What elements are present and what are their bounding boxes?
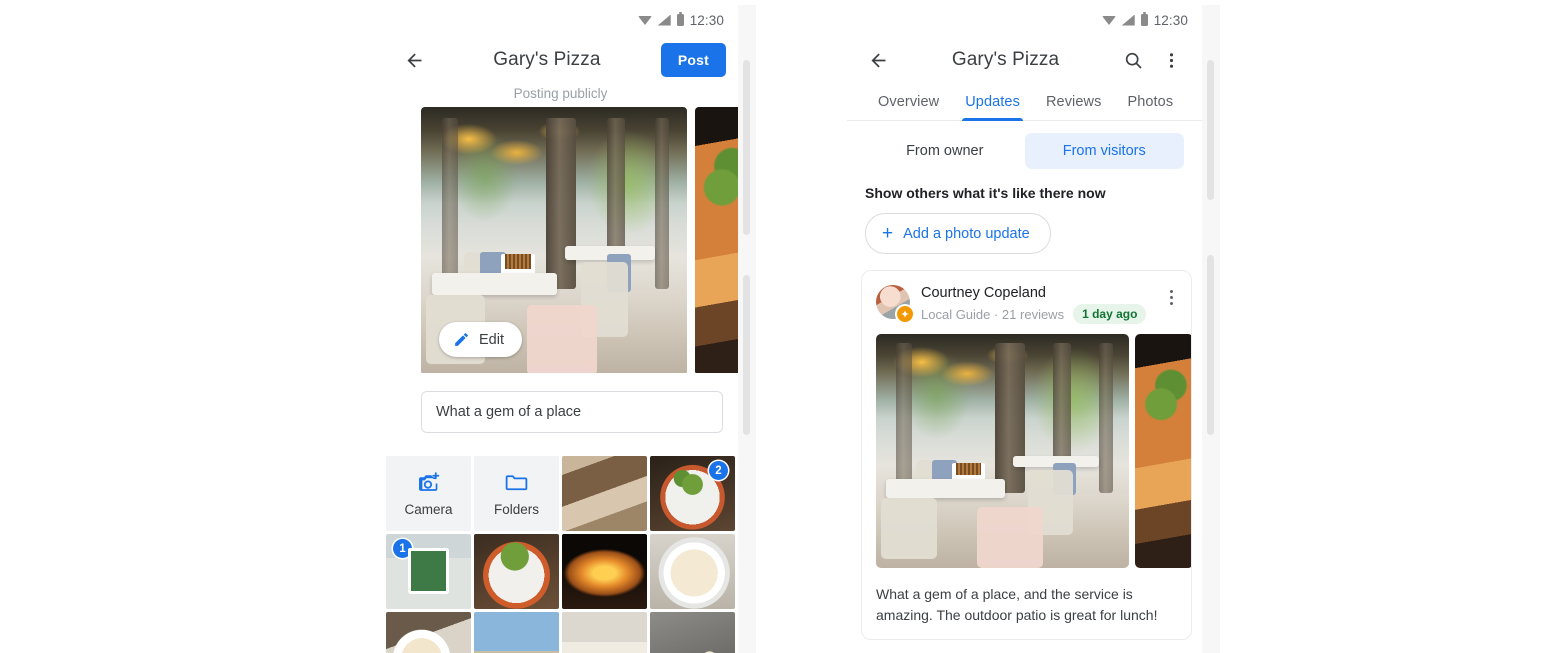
contribute-prompt: Show others what it's like there now <box>865 185 1106 201</box>
status-time: 12:30 <box>689 12 724 28</box>
update-card-overflow-button[interactable] <box>1162 285 1182 308</box>
author-meta: Local Guide · 21 reviews <box>921 306 1065 322</box>
right-scrollbar-track[interactable] <box>1202 5 1220 653</box>
back-button[interactable] <box>395 41 433 79</box>
right-app-bar: Gary's Pizza <box>847 35 1202 85</box>
status-bar-right: 12:30 <box>847 5 1202 35</box>
thumbnail-plate-of-pasta[interactable] <box>386 612 471 653</box>
segment-from-visitors[interactable]: From visitors <box>1024 133 1184 169</box>
folders-tile[interactable]: Folders <box>474 456 559 531</box>
overflow-menu-button[interactable] <box>1152 41 1190 79</box>
more-vertical-icon <box>1169 289 1173 293</box>
local-guide-badge-icon: ✦ <box>897 306 913 322</box>
tab-reviews[interactable]: Reviews <box>1033 94 1115 120</box>
thumbnail-ground-texture[interactable] <box>650 612 735 653</box>
more-vertical-icon <box>1169 52 1173 68</box>
thumbnail-pasta-with-lemon[interactable] <box>650 534 735 609</box>
thumbnail-curbside-pickup-sign[interactable]: 1 <box>386 534 471 609</box>
hero-photo-patio[interactable]: Edit <box>421 107 687 373</box>
pizza-photo <box>695 107 738 373</box>
update-photo-carousel[interactable] <box>862 334 1191 570</box>
post-button[interactable]: Post <box>660 43 726 77</box>
camera-tile[interactable]: Camera <box>386 456 471 531</box>
photo-picker-grid: Camera Folders 2 1 <box>383 456 738 653</box>
edit-button-label: Edit <box>479 331 504 348</box>
hero-photo-carousel[interactable]: Edit <box>383 101 738 373</box>
left-phone-frame: 12:30 Gary's Pizza Post Posting publicly <box>383 5 738 653</box>
left-title-wrap: Gary's Pizza <box>433 49 661 71</box>
selection-badge: 2 <box>709 461 728 480</box>
selection-badge: 1 <box>393 539 412 558</box>
thumbnail-pizza-with-basil[interactable] <box>474 534 559 609</box>
time-badge: 1 day ago <box>1073 304 1147 324</box>
camera-add-icon <box>419 472 440 491</box>
camera-tile-label: Camera <box>404 502 453 517</box>
thumbnail-pizza-with-arugula[interactable]: 2 <box>650 456 735 531</box>
author-meta-row: Local Guide · 21 reviews 1 day ago <box>921 304 1147 324</box>
visitor-update-card: ✦ Courtney Copeland Local Guide · 21 rev… <box>861 270 1192 641</box>
right-scrollbar-thumb-2[interactable] <box>1207 255 1214 435</box>
page-title: Gary's Pizza <box>951 49 1060 71</box>
thumbnail-storefront[interactable] <box>562 612 647 653</box>
pizza-photo <box>1135 334 1191 568</box>
author-name: Courtney Copeland <box>921 285 1046 301</box>
status-time: 12:30 <box>1153 12 1188 28</box>
screenshot-stage: 12:30 Gary's Pizza Post Posting publicly <box>0 0 1568 653</box>
caption-input[interactable] <box>421 391 723 433</box>
pencil-icon <box>455 333 468 346</box>
search-button[interactable] <box>1114 41 1152 79</box>
edit-photo-button[interactable]: Edit <box>439 322 522 357</box>
page-title: Gary's Pizza <box>493 49 601 71</box>
status-bar-left: 12:30 <box>383 5 738 35</box>
tab-updates[interactable]: Updates <box>952 94 1033 121</box>
folder-icon <box>505 475 528 491</box>
left-scrollbar-thumb[interactable] <box>743 60 750 235</box>
signal-icon <box>657 14 671 26</box>
hero-photo-pizza[interactable] <box>695 107 738 373</box>
left-scrollbar-track[interactable] <box>738 5 756 653</box>
update-card-header: ✦ Courtney Copeland Local Guide · 21 rev… <box>862 271 1191 334</box>
left-scrollbar-thumb-2[interactable] <box>743 275 750 435</box>
right-scrollbar-thumb[interactable] <box>1207 60 1214 200</box>
wifi-icon <box>637 15 652 26</box>
caption-wrap <box>383 373 738 433</box>
back-button[interactable] <box>859 41 897 79</box>
right-phone-frame: 12:30 Gary's Pizza Overview Updates Revi… <box>847 5 1202 653</box>
battery-icon <box>1140 12 1148 26</box>
tab-photos[interactable]: Photos <box>1114 94 1186 120</box>
tab-overview[interactable]: Overview <box>865 94 952 120</box>
add-photo-update-label: Add a photo update <box>903 225 1030 242</box>
folders-tile-label: Folders <box>493 502 539 517</box>
signal-icon <box>1121 14 1135 26</box>
wifi-icon <box>1101 15 1116 26</box>
right-title-wrap: Gary's Pizza <box>897 49 1114 71</box>
avatar[interactable]: ✦ <box>876 285 913 322</box>
author-block: Courtney Copeland Local Guide · 21 revie… <box>921 285 1147 324</box>
thumbnail-street-view-sky[interactable] <box>474 612 559 653</box>
battery-icon <box>676 12 684 26</box>
update-text: What a gem of a place, and the service i… <box>876 586 1158 623</box>
back-arrow-icon <box>871 53 885 67</box>
add-photo-update-button[interactable]: + Add a photo update <box>865 213 1051 254</box>
outdoor-patio-photo <box>876 334 1129 568</box>
back-arrow-icon <box>407 53 421 67</box>
thumbnail-restaurant-interior[interactable] <box>562 456 647 531</box>
updates-source-segmented-control: From owner From visitors <box>847 121 1202 169</box>
search-icon <box>1125 52 1141 68</box>
posting-visibility-subtitle: Posting publicly <box>513 86 608 101</box>
thumbnail-pizza-oven-fire[interactable] <box>562 534 647 609</box>
left-app-bar: Gary's Pizza Post <box>383 35 738 85</box>
place-tabs: Overview Updates Reviews Photos <box>847 85 1202 121</box>
segment-from-owner[interactable]: From owner <box>865 133 1025 169</box>
update-photo-pizza[interactable] <box>1135 334 1191 568</box>
plus-icon: + <box>882 223 894 244</box>
update-photo-patio[interactable] <box>876 334 1129 568</box>
